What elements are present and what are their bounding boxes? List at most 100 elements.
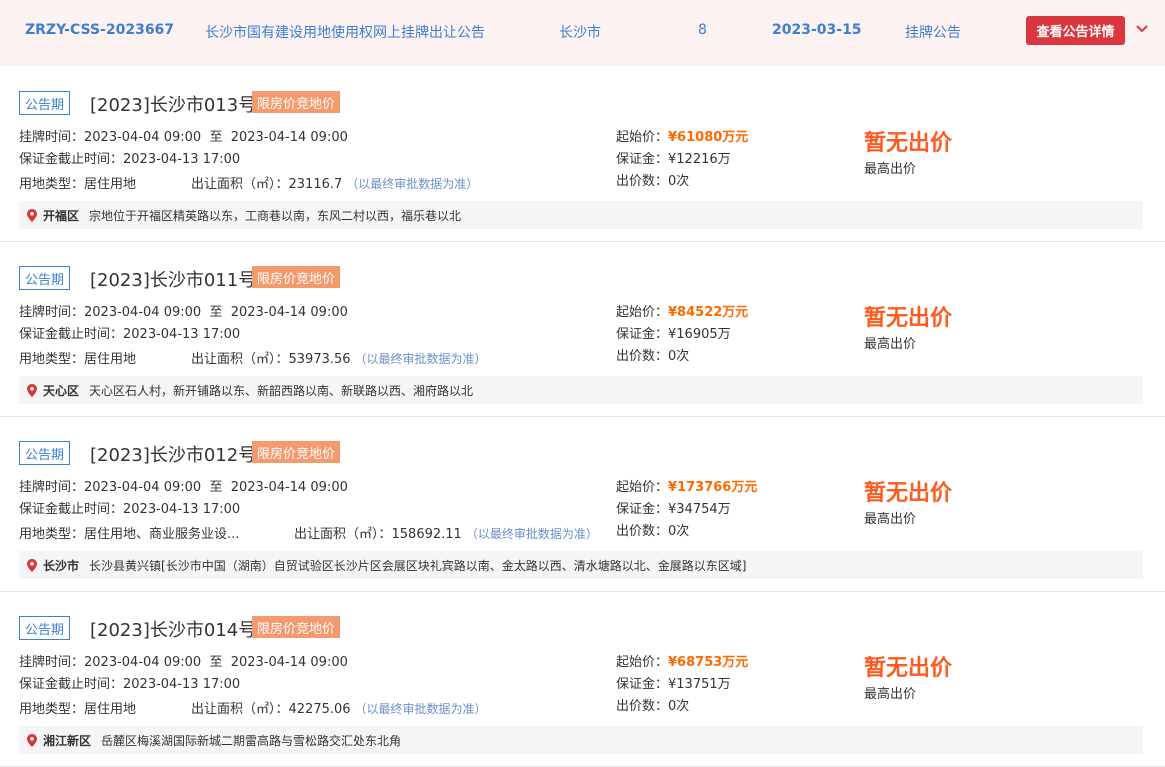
deposit: 保证金：¥13751万 xyxy=(616,673,731,692)
listing-time-label: 挂牌时间： xyxy=(19,480,85,495)
location-bar: 湘江新区 岳麓区梅溪湖国际新城二期雷高路与雪松路交汇处东北角 xyxy=(19,726,1143,754)
no-bid-text: 暂无出价 xyxy=(864,306,953,331)
land-use-label: 用地类型： xyxy=(19,527,85,542)
listing-start: 2023-04-04 09:00 xyxy=(84,305,202,320)
start-price: 起始价：¥68753万元 xyxy=(616,651,748,670)
chevron-down-icon[interactable] xyxy=(1135,22,1149,36)
location-bar: 天心区 天心区石人村，新开铺路以东、新韶西路以南、新联路以西、湘府路以北 xyxy=(19,376,1143,404)
start-price: 起始价：¥61080万元 xyxy=(616,126,748,145)
deposit-deadline: 保证金截止时间：2023-04-13 17:00 xyxy=(19,323,240,342)
start-price-label: 起始价： xyxy=(616,130,669,145)
district-label: 天心区 xyxy=(43,383,80,398)
deposit-deadline-value: 2023-04-13 17:00 xyxy=(123,327,241,342)
listing-start: 2023-04-04 09:00 xyxy=(84,480,202,495)
listing-time: 挂牌时间：2023-04-04 09:00 至 2023-04-14 09:00 xyxy=(19,126,348,145)
lot-title[interactable]: [2023]长沙市011号 xyxy=(90,266,256,292)
no-bid-text: 暂无出价 xyxy=(864,656,953,681)
bidding-mode-tag: 限房价竞地价 xyxy=(252,616,341,638)
highest-bid-label: 最高出价 xyxy=(864,687,917,702)
area-value: 42275.06 xyxy=(288,702,351,717)
deposit-deadline: 保证金截止时间：2023-04-13 17:00 xyxy=(19,498,240,517)
start-price: 起始价：¥173766万元 xyxy=(616,476,757,495)
deposit-value: ¥16905万 xyxy=(668,327,731,342)
area-label: 出让面积（㎡）： xyxy=(191,702,289,717)
area-value: 53973.56 xyxy=(288,352,351,367)
lot-title[interactable]: [2023]长沙市013号 xyxy=(90,91,256,117)
location-description: 长沙县黄兴镇[长沙市中国（湖南）自贸试验区长沙片区会展区块礼宾路以南、金太路以西… xyxy=(89,558,747,573)
deposit-deadline-label: 保证金截止时间： xyxy=(19,502,124,517)
land-use-label: 用地类型： xyxy=(19,177,85,192)
deposit-label: 保证金： xyxy=(616,152,669,167)
location-pin-icon xyxy=(27,208,37,222)
listing-start: 2023-04-04 09:00 xyxy=(84,130,202,145)
start-price-label: 起始价： xyxy=(616,480,669,495)
deposit-deadline-value: 2023-04-13 17:00 xyxy=(123,677,241,692)
listing-time-label: 挂牌时间： xyxy=(19,130,85,145)
land-use-value: 居住用地、商业服务业设... xyxy=(84,527,240,542)
listing-end: 2023-04-14 09:00 xyxy=(230,655,348,670)
start-price-value: ¥68753万元 xyxy=(668,655,749,670)
deposit-deadline: 保证金截止时间：2023-04-13 17:00 xyxy=(19,148,240,167)
start-price-label: 起始价： xyxy=(616,655,669,670)
deposit-label: 保证金： xyxy=(616,502,669,517)
district-label: 开福区 xyxy=(43,208,80,223)
land-use: 用地类型：居住用地、商业服务业设... xyxy=(19,523,239,542)
land-use-label: 用地类型： xyxy=(19,352,85,367)
bid-count: 出价数：0次 xyxy=(616,695,689,714)
to-label: 至 xyxy=(209,305,223,320)
no-bid-text: 暂无出价 xyxy=(864,131,953,156)
status-tag: 公告期 xyxy=(19,441,71,465)
announcement-title[interactable]: 长沙市国有建设用地使用权网上挂牌出让公告 xyxy=(205,22,485,42)
location-description: 宗地位于开福区精英路以东，工商巷以南，东风二村以西，福乐巷以北 xyxy=(89,208,462,223)
deposit-value: ¥13751万 xyxy=(668,677,731,692)
land-use-label: 用地类型： xyxy=(19,702,85,717)
bid-count-label: 出价数： xyxy=(616,524,669,539)
announcement-header: ZRZY-CSS-2023667 长沙市国有建设用地使用权网上挂牌出让公告 长沙… xyxy=(0,0,1165,66)
area-note: （以最终审批数据为准） xyxy=(346,177,479,191)
lot-title[interactable]: [2023]长沙市014号 xyxy=(90,616,256,642)
land-area: 出让面积（㎡）：53973.56 （以最终审批数据为准） xyxy=(191,348,487,367)
land-use-value: 居住用地 xyxy=(84,177,137,192)
district-label: 长沙市 xyxy=(43,558,80,573)
area-value: 23116.7 xyxy=(288,177,343,192)
deposit-deadline-value: 2023-04-13 17:00 xyxy=(123,502,241,517)
land-area: 出让面积（㎡）：42275.06 （以最终审批数据为准） xyxy=(191,698,487,717)
to-label: 至 xyxy=(209,130,223,145)
start-price-value: ¥173766万元 xyxy=(668,480,758,495)
deposit-label: 保证金： xyxy=(616,677,669,692)
listing-end: 2023-04-14 09:00 xyxy=(230,305,348,320)
deposit-deadline-label: 保证金截止时间： xyxy=(19,327,124,342)
listing-time: 挂牌时间：2023-04-04 09:00 至 2023-04-14 09:00 xyxy=(19,301,348,320)
lot-card-0: 公告期 [2023]长沙市013号 限房价竞地价 挂牌时间：2023-04-04… xyxy=(0,67,1165,242)
bid-count-value: 0次 xyxy=(668,349,690,364)
land-use: 用地类型：居住用地 xyxy=(19,348,136,367)
to-label: 至 xyxy=(209,655,223,670)
location-pin-icon xyxy=(27,383,37,397)
area-note: （以最终审批数据为准） xyxy=(354,702,487,716)
announcement-city: 长沙市 xyxy=(559,25,601,41)
view-announcement-details-button[interactable]: 查看公告详情 xyxy=(1026,16,1125,45)
location-pin-icon xyxy=(27,558,37,572)
bidding-mode-tag: 限房价竞地价 xyxy=(252,441,341,463)
deposit: 保证金：¥16905万 xyxy=(616,323,731,342)
bid-count-label: 出价数： xyxy=(616,349,669,364)
start-price-value: ¥84522万元 xyxy=(668,305,749,320)
listing-start: 2023-04-04 09:00 xyxy=(84,655,202,670)
to-label: 至 xyxy=(209,480,223,495)
status-tag: 公告期 xyxy=(19,91,71,115)
deposit-value: ¥12216万 xyxy=(668,152,731,167)
location-bar: 长沙市 长沙县黄兴镇[长沙市中国（湖南）自贸试验区长沙片区会展区块礼宾路以南、金… xyxy=(19,551,1143,579)
highest-bid-label: 最高出价 xyxy=(864,162,917,177)
deposit-value: ¥34754万 xyxy=(668,502,731,517)
bid-count-value: 0次 xyxy=(668,524,690,539)
area-value: 158692.11 xyxy=(391,527,462,542)
lot-title[interactable]: [2023]长沙市012号 xyxy=(90,441,256,467)
lot-card-3: 公告期 [2023]长沙市014号 限房价竞地价 挂牌时间：2023-04-04… xyxy=(0,592,1165,767)
location-bar: 开福区 宗地位于开福区精英路以东，工商巷以南，东风二村以西，福乐巷以北 xyxy=(19,201,1143,229)
bid-count: 出价数：0次 xyxy=(616,345,689,364)
bid-count-label: 出价数： xyxy=(616,174,669,189)
bidding-mode-tag: 限房价竞地价 xyxy=(252,91,341,113)
status-tag: 公告期 xyxy=(19,266,71,290)
bid-count-value: 0次 xyxy=(668,699,690,714)
deposit-label: 保证金： xyxy=(616,327,669,342)
